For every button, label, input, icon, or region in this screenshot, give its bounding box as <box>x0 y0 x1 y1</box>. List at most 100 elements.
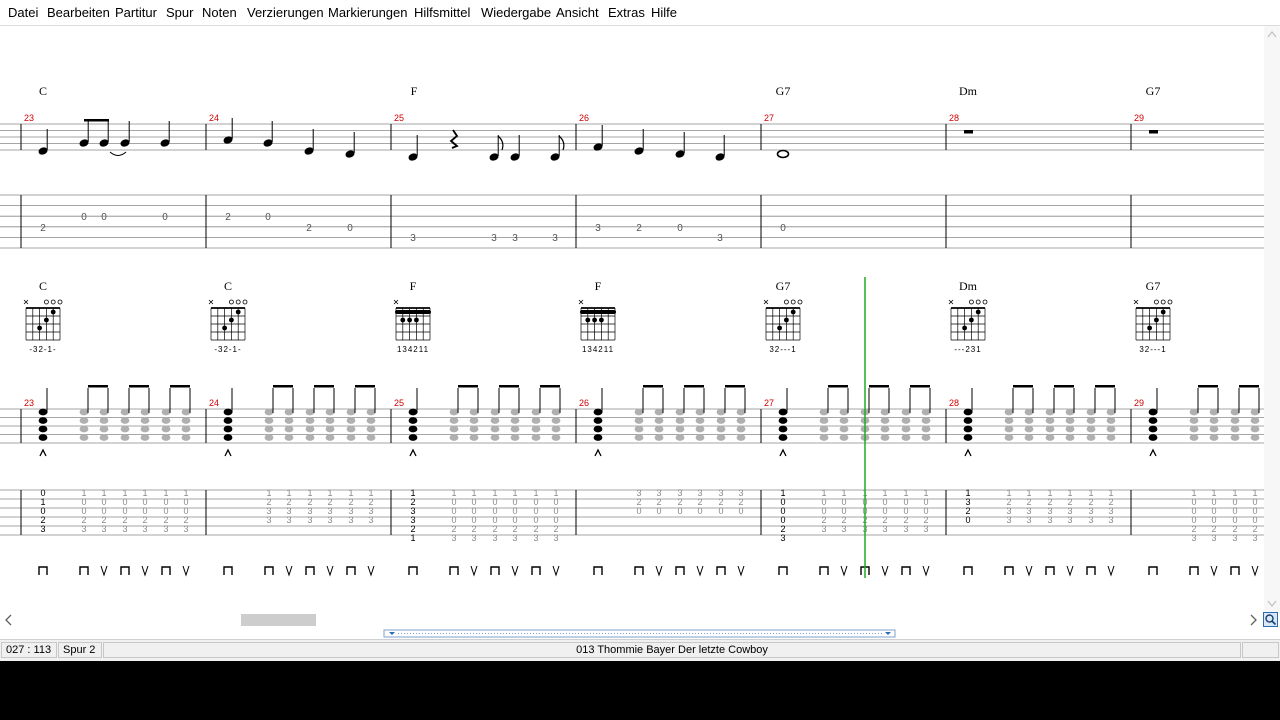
note-head <box>490 408 500 416</box>
tab-number: 3 <box>841 524 846 534</box>
tab-number: 0 <box>718 506 723 516</box>
downstroke-icon <box>1148 566 1158 575</box>
chord-name: C <box>224 279 232 293</box>
chord-fingering: 134211 <box>582 345 614 354</box>
menu-wiedergabe[interactable]: Wiedergabe <box>481 5 551 20</box>
note-head <box>99 434 109 441</box>
menu-partitur[interactable]: Partitur <box>115 5 157 20</box>
note-head <box>366 425 376 433</box>
finger-dot <box>585 317 591 323</box>
note-head <box>223 434 233 441</box>
note-head <box>120 425 130 433</box>
score-view[interactable]: C F G7 Dm G7 23 24 25 26 27 28 29 2 0 0 … <box>0 26 1264 613</box>
menu-markierungen[interactable]: Markierungen <box>328 5 408 20</box>
score-canvas[interactable]: C F G7 Dm G7 23 24 25 26 27 28 29 2 0 0 … <box>0 26 1264 613</box>
tab-number: 0 <box>656 506 661 516</box>
menu-spur[interactable]: Spur <box>166 5 193 20</box>
note-head <box>120 408 130 416</box>
tab-number: 3 <box>307 515 312 525</box>
zoom-button[interactable] <box>1263 612 1278 627</box>
finger-dot <box>37 325 42 331</box>
open-string-mark <box>1160 299 1166 305</box>
note-head <box>161 425 171 433</box>
menu-datei[interactable]: Datei <box>8 5 38 20</box>
chord-name: C <box>39 279 47 293</box>
note-head <box>469 434 479 441</box>
status-extra <box>1242 642 1279 658</box>
note-head <box>1189 408 1199 416</box>
arrow-left-icon[interactable] <box>5 614 12 626</box>
tab-number: 3 <box>1088 515 1093 525</box>
menu-bearbeiten[interactable]: Bearbeiten <box>47 5 110 20</box>
arrow-up-icon[interactable] <box>1267 31 1277 38</box>
note-head <box>1250 434 1260 441</box>
note-head <box>901 425 911 433</box>
menu-extras[interactable]: Extras <box>608 5 645 20</box>
note-head <box>510 425 520 433</box>
note-head <box>99 425 109 433</box>
note-head <box>469 417 479 424</box>
status-song-title: 013 Thommie Bayer Der letzte Cowboy <box>103 642 1241 658</box>
upstroke-icon <box>182 565 190 577</box>
note-head <box>695 425 705 433</box>
note-head <box>1024 434 1034 441</box>
beam <box>273 385 293 388</box>
menu-hilfe[interactable]: Hilfe <box>651 5 677 20</box>
arrow-down-icon[interactable] <box>1267 600 1277 607</box>
upstroke-icon <box>141 565 149 577</box>
tab-number: 3 <box>903 524 908 534</box>
arrow-right-icon[interactable] <box>1250 614 1257 626</box>
note-head <box>819 408 829 416</box>
note-head <box>264 425 274 433</box>
accent-mark <box>224 448 232 457</box>
note-head <box>366 434 376 441</box>
note-head <box>654 417 664 424</box>
vertical-scrollbar[interactable] <box>1264 26 1280 613</box>
finger-dot <box>790 309 796 315</box>
horizontal-scrollbar[interactable] <box>0 613 1262 627</box>
note-head <box>1189 425 1199 433</box>
finger-dot <box>1154 317 1159 323</box>
note-head <box>490 434 500 441</box>
note-head <box>469 408 479 416</box>
tab-number: 3 <box>142 524 147 534</box>
menu-ansicht[interactable]: Ansicht <box>556 5 599 20</box>
downstroke-icon <box>264 566 274 575</box>
chord-name: Dm <box>959 279 978 293</box>
upstroke-icon <box>285 565 293 577</box>
tab-number: 3 <box>410 233 416 244</box>
tab-number: 0 <box>677 506 682 516</box>
tab-number: 3 <box>327 515 332 525</box>
upstroke-icon <box>100 565 108 577</box>
upstroke-icon <box>470 565 478 577</box>
upstroke-icon <box>1066 565 1074 577</box>
note-head <box>449 417 459 424</box>
scroll-thumb[interactable] <box>241 614 316 626</box>
measure-number: 28 <box>949 113 959 123</box>
tab-number: 0 <box>347 223 353 234</box>
note-head <box>901 417 911 424</box>
tab-number: 3 <box>717 233 723 244</box>
beam <box>1239 385 1259 388</box>
note-head <box>1209 408 1219 416</box>
menu-verzierungen[interactable]: Verzierungen <box>247 5 324 20</box>
note-head <box>346 434 356 441</box>
note-head <box>736 417 746 424</box>
note-head <box>1004 425 1014 433</box>
note-head <box>161 434 171 441</box>
tab-number: 0 <box>162 212 168 223</box>
menu-hilfsmittel[interactable]: Hilfsmittel <box>414 5 470 20</box>
note-head <box>181 425 191 433</box>
quarter-rest <box>449 129 459 149</box>
menu-noten[interactable]: Noten <box>202 5 237 20</box>
note-head <box>921 434 931 441</box>
note-head <box>1250 425 1260 433</box>
downstroke-icon <box>819 566 829 575</box>
track-selector-bar[interactable] <box>0 627 1280 639</box>
note-head <box>1106 434 1116 441</box>
open-string-mark <box>235 299 241 305</box>
note-head <box>325 417 335 424</box>
tablature-staff-2: 1002310023100231002310023100231233123312… <box>0 488 1264 543</box>
note-head <box>1045 417 1055 424</box>
note-head <box>839 417 849 424</box>
